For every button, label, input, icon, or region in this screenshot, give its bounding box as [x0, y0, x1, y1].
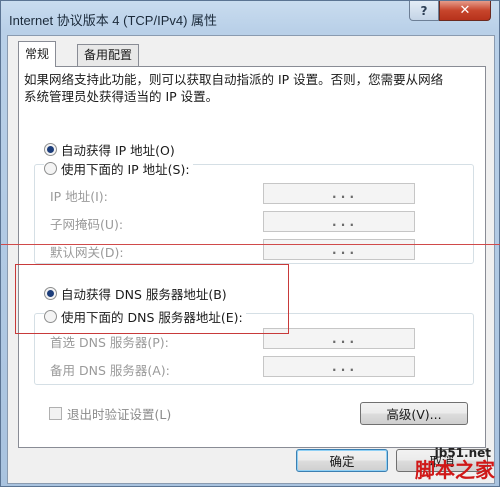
radio-indicator — [44, 143, 57, 156]
radio-auto-ip-label: 自动获得 IP 地址(O) — [61, 143, 175, 158]
close-icon: ✕ — [459, 3, 471, 18]
intro-text: 如果网络支持此功能，则可以获取自动指派的 IP 设置。否则，您需要从网络系统管理… — [24, 72, 444, 104]
annotation-highlight-box — [15, 264, 289, 334]
radio-manual-ip[interactable]: 使用下面的 IP 地址(S): — [44, 159, 193, 178]
alternate-dns-field[interactable]: . . . — [263, 356, 415, 377]
radio-auto-ip[interactable]: 自动获得 IP 地址(O) — [44, 140, 175, 159]
radio-manual-ip-label: 使用下面的 IP 地址(S): — [61, 162, 190, 177]
radio-selected-dot — [47, 146, 54, 153]
window-title: Internet 协议版本 4 (TCP/IPv4) 属性 — [9, 13, 218, 28]
help-button[interactable]: ? — [409, 1, 439, 21]
dialog-client-area: 常规 备用配置 如果网络支持此功能，则可以获取自动指派的 IP 设置。否则，您需… — [7, 35, 495, 484]
ip-address-label: IP 地址(I): — [50, 189, 108, 204]
ok-button[interactable]: 确定 — [296, 449, 388, 472]
validate-on-exit-checkbox[interactable]: 退出时验证设置(L) — [49, 404, 171, 423]
validate-on-exit-label: 退出时验证设置(L) — [67, 407, 172, 422]
close-button[interactable]: ✕ — [439, 1, 491, 21]
subnet-mask-field[interactable]: . . . — [263, 211, 415, 232]
watermark-logo-text: 脚本之家 — [415, 458, 495, 482]
subnet-mask-label: 子网掩码(U): — [50, 217, 124, 232]
dialog-window: Internet 协议版本 4 (TCP/IPv4) 属性 ? ✕ 常规 备用配… — [0, 0, 500, 487]
watermark: jb51.net 脚本之家 — [415, 446, 495, 480]
checkbox-box — [49, 407, 62, 420]
advanced-button[interactable]: 高级(V)... — [360, 402, 468, 425]
ip-address-field[interactable]: . . . — [263, 183, 415, 204]
preferred-dns-label: 首选 DNS 服务器(P): — [50, 335, 169, 350]
radio-indicator — [44, 162, 57, 175]
alternate-dns-label: 备用 DNS 服务器(A): — [50, 363, 170, 378]
annotation-line — [1, 244, 500, 245]
tab-alternate-config[interactable]: 备用配置 — [77, 44, 140, 66]
tab-general[interactable]: 常规 — [18, 41, 57, 67]
default-gateway-field[interactable]: . . . — [263, 239, 415, 260]
title-bar[interactable]: Internet 协议版本 4 (TCP/IPv4) 属性 ? ✕ — [1, 1, 500, 35]
